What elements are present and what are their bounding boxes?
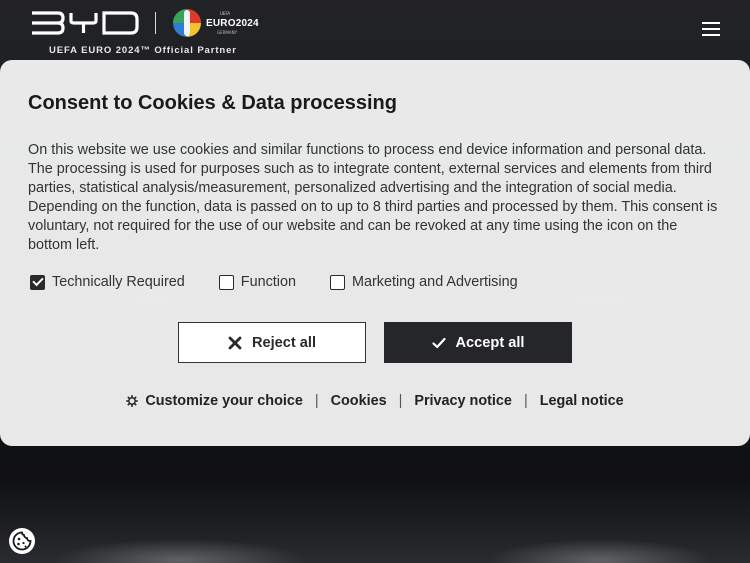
link-separator: | [523,393,528,409]
option-label: Technically Required [52,274,185,290]
dialog-description: On this website we use cookies and simil… [28,142,718,253]
option-marketing-advertising[interactable]: Marketing and Advertising [330,274,518,290]
cookie-settings-button[interactable] [9,528,35,554]
checkbox-checked-icon[interactable] [30,274,45,290]
partner-tagline: UEFA EURO 2024™ Official Partner [49,45,237,56]
cookies-link[interactable]: Cookies [331,393,387,409]
legal-notice-link[interactable]: Legal notice [540,393,624,409]
link-separator: | [314,393,319,409]
option-label: Function [240,274,296,290]
header-divider [155,12,156,34]
link-separator: | [398,393,403,409]
reject-all-button[interactable]: Reject all [178,322,366,363]
option-technically-required[interactable]: Technically Required [30,274,185,290]
checkbox-unchecked-icon[interactable] [330,274,345,290]
footer-links: Customize your choice | Cookies | Privac… [0,393,750,409]
customize-choice-label: Customize your choice [145,393,303,409]
option-label: Marketing and Advertising [352,274,518,290]
hamburger-icon[interactable] [702,22,720,38]
reject-all-label: Reject all [251,334,317,351]
gear-icon [126,395,139,407]
close-icon [228,336,242,350]
byd-logo[interactable] [30,10,140,36]
accept-all-label: Accept all [455,334,525,351]
euro-host-label: GERMANY [217,30,238,35]
cookie-consent-dialog: Consent to Cookies & Data processing On … [0,60,750,446]
checkbox-unchecked-icon[interactable] [218,274,234,290]
dialog-title: Consent to Cookies & Data processing [28,92,397,114]
site-header: UEFA EURO2024 GERMANY UEFA EURO 2024™ Of… [0,0,750,60]
customize-choice-link[interactable]: Customize your choice [126,393,303,409]
checkmark-icon [431,337,446,349]
accept-all-button[interactable]: Accept all [384,322,572,363]
uefa-label: UEFA [220,11,231,16]
privacy-notice-link[interactable]: Privacy notice [414,393,512,409]
option-function[interactable]: Function [218,274,296,290]
euro-2024-trophy-icon [173,9,201,37]
consent-options: Technically Required Function Marketing … [30,274,552,290]
cookie-icon [12,531,32,551]
euro-2024-title: EURO2024 [206,18,259,29]
